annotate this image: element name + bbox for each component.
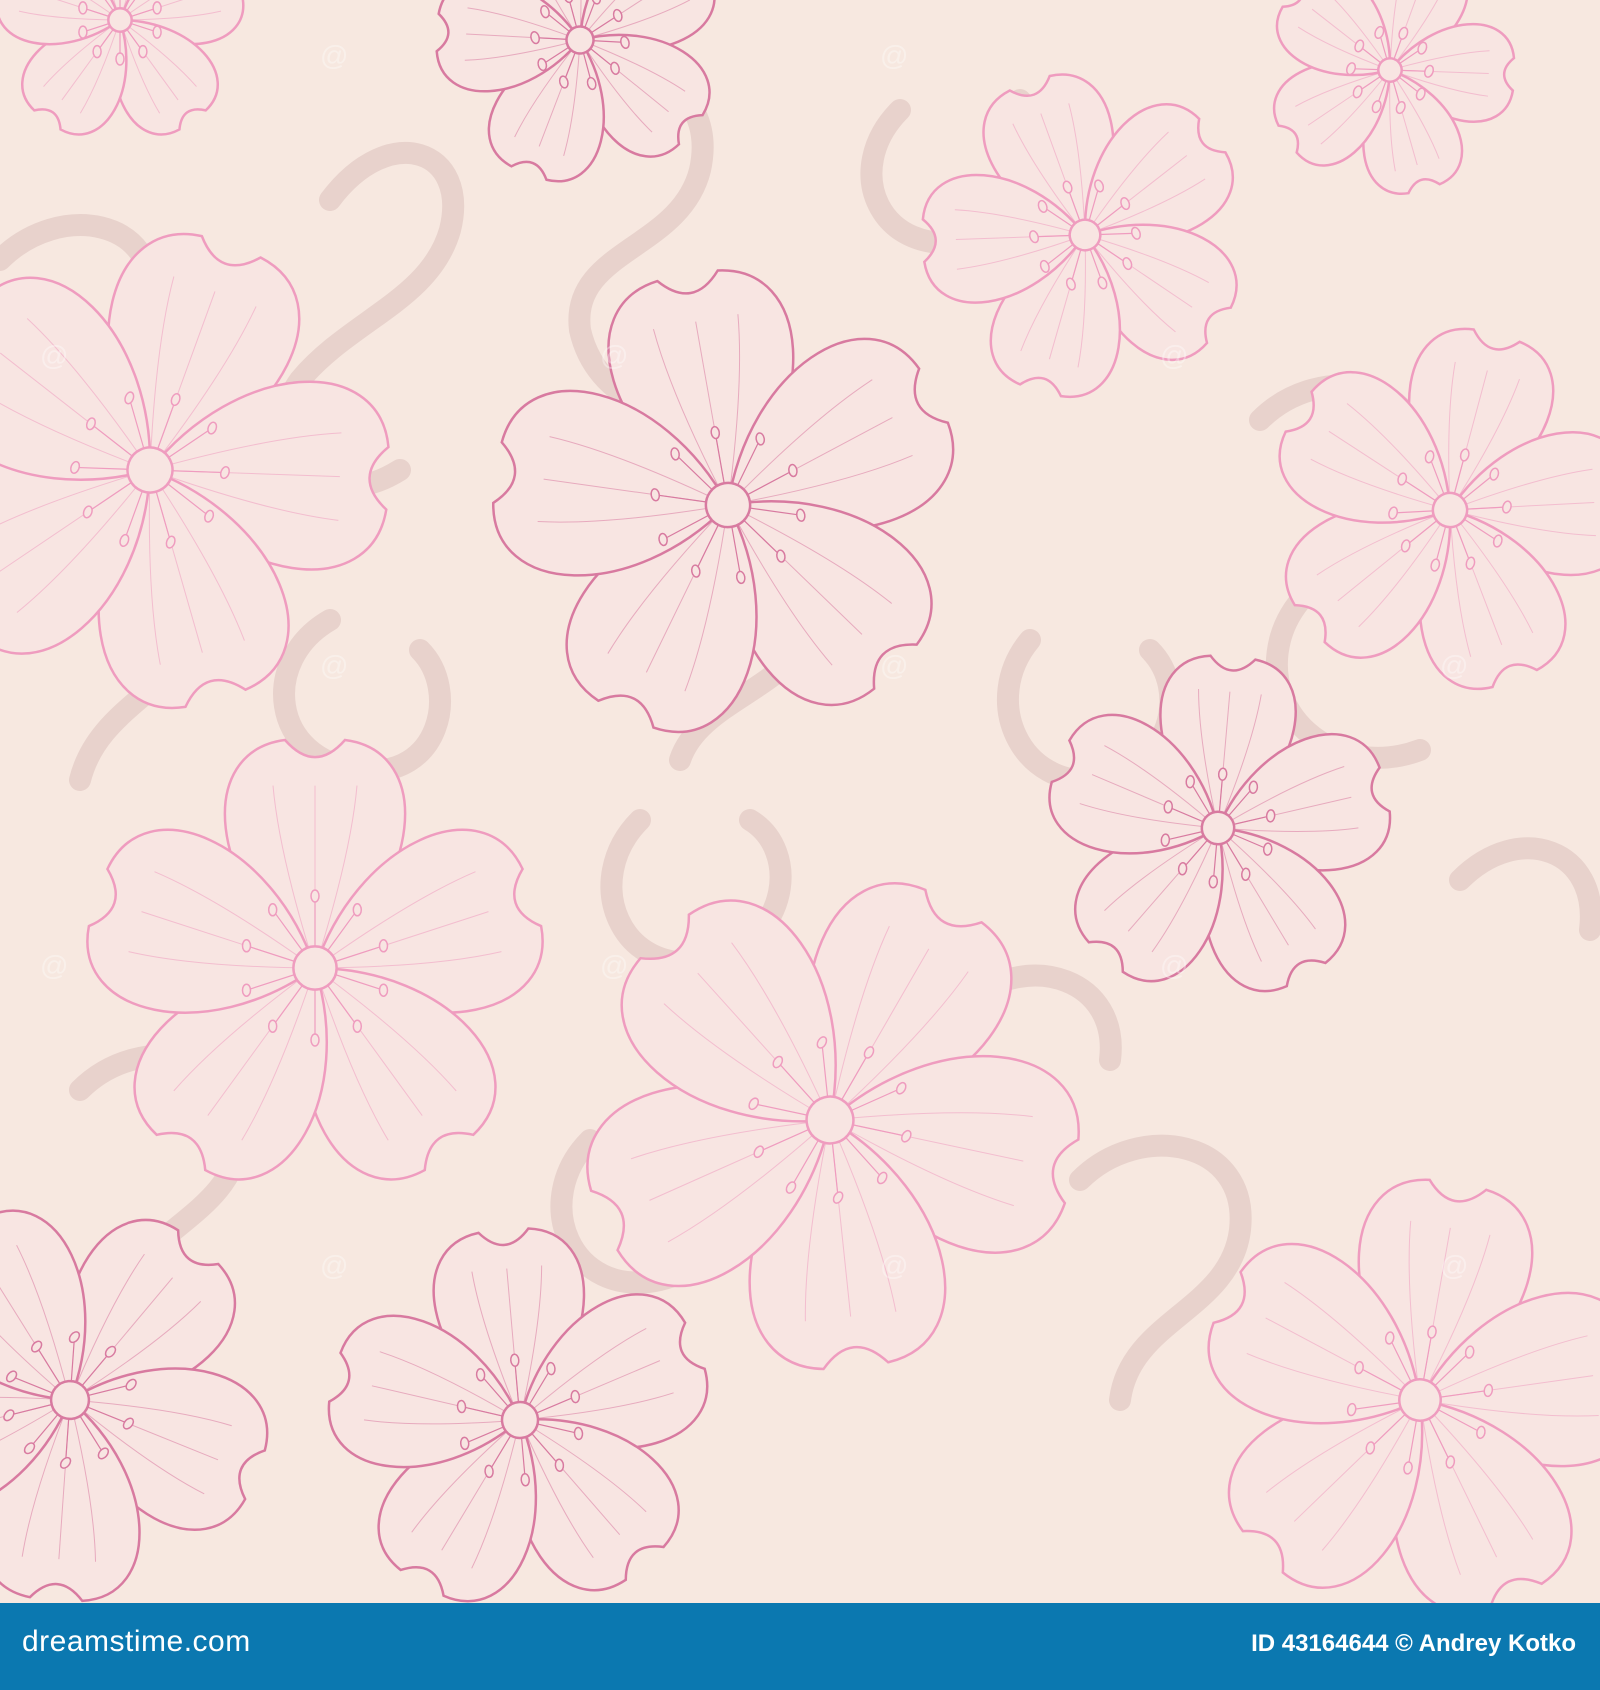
anther [267,903,278,917]
flower-center [1200,810,1236,846]
anther [267,1019,278,1033]
swirl-watermark-icon: @ [320,650,349,681]
anther [459,1436,470,1451]
anther [241,939,252,953]
anther [115,52,125,66]
anther [1262,842,1273,856]
anther [78,1,88,15]
anther [1185,774,1195,789]
swirl-watermark-icon: @ [880,1250,909,1281]
swirl-watermark-icon: @ [1160,950,1189,981]
swirl-watermark-icon: @ [320,40,349,71]
flower-center [292,945,338,991]
image-id-credit: ID 43164644 © Andrey Kotko [1251,1630,1576,1657]
swirl-watermark-icon: @ [40,950,69,981]
anther [573,1426,584,1441]
anther [546,1361,556,1376]
swirl-watermark-icon: @ [600,950,629,981]
anther [570,1389,581,1404]
pattern-canvas [0,0,1600,1615]
anther [520,1473,530,1487]
anther [352,903,363,917]
swirl-watermark-icon: @ [880,650,909,681]
anther [310,889,320,903]
brand-logo-text[interactable]: dreamstime.com [22,1625,251,1659]
swirl-watermark-icon: @ [1160,340,1189,371]
stock-footer-bar: dreamstime.com ID 43164644 © Andrey Kotk… [0,1603,1600,1690]
anther [510,1353,520,1367]
floral-pattern-artwork: @ @ @ @ @ @ @ @ @ @ @ @ @ @ [0,0,1600,1615]
anther [475,1368,486,1382]
anther [1217,767,1228,781]
anther [1241,867,1251,882]
anther [1177,862,1188,876]
anther [1248,780,1259,794]
swirl-watermark-icon: @ [1440,1250,1469,1281]
anther [378,983,389,997]
swirl-watermark-icon: @ [320,1250,349,1281]
anther [1208,875,1219,889]
anther [152,25,162,39]
anther [310,1033,320,1047]
anther [1160,833,1171,847]
anther [484,1464,494,1479]
anther [78,25,88,39]
anther [378,939,389,953]
anther [152,1,162,15]
flower-center [107,7,133,33]
anther [138,44,148,59]
anther [92,44,102,59]
swirl-watermark-icon: @ [40,340,69,371]
anther [1265,809,1276,823]
anther [241,983,252,997]
anther [554,1458,565,1472]
swirl-watermark-icon: @ [1440,650,1469,681]
anther [352,1019,363,1033]
swirl-watermark-icon: @ [880,40,909,71]
anther [1163,800,1174,814]
swirl-watermark-icon: @ [600,340,629,371]
anther [456,1399,467,1414]
